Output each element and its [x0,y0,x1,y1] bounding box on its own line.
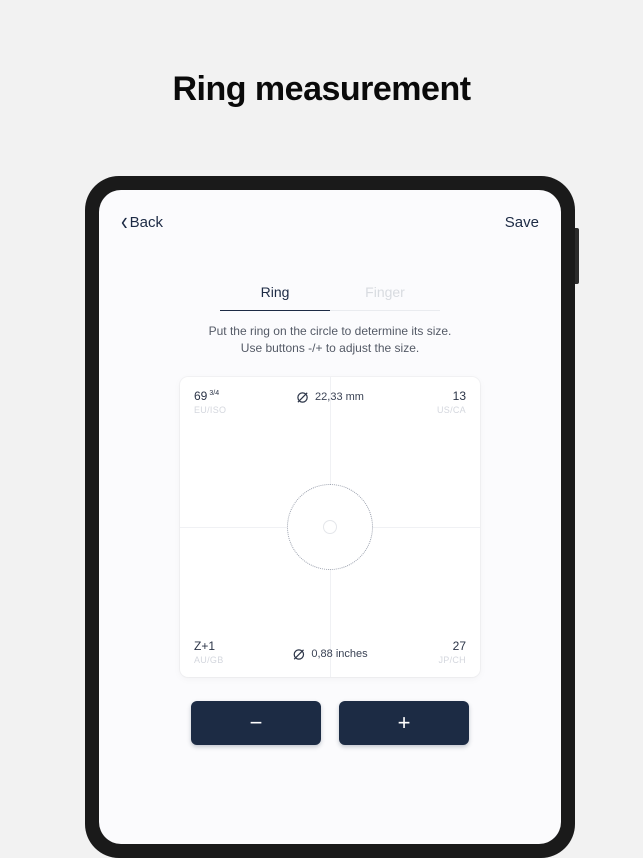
us-ca-value: 13 [376,389,466,403]
us-ca-label: US/CA [376,405,466,415]
eu-iso-value: 69 [194,389,207,403]
ring-center-icon [323,520,337,534]
size-jp-ch: 27 JP/CH [376,639,466,665]
tablet-frame: ‹ Back Save Ring Finger Put the ring on … [85,176,575,858]
chevron-left-icon: ‹ [121,209,128,235]
au-gb-label: AU/GB [194,655,284,665]
size-au-gb: Z+1 AU/GB [194,639,284,665]
tab-ring[interactable]: Ring [220,284,330,311]
diameter-in-value: 0,88 inches [311,648,367,660]
diameter-icon [292,648,305,661]
instruction-line-1: Put the ring on the circle to determine … [121,323,539,340]
eu-iso-label: EU/ISO [194,405,284,415]
diameter-mm: 22,33 mm [296,391,364,404]
diameter-mm-value: 22,33 mm [315,391,364,403]
plus-icon: + [398,712,411,734]
diameter-icon [296,391,309,404]
ring-outline[interactable] [287,484,373,570]
eu-iso-fraction: 3/4 [209,390,219,397]
size-us-ca: 13 US/CA [376,389,466,415]
size-controls: − + [121,701,539,745]
diameter-inches: 0,88 inches [292,648,367,661]
instruction-line-2: Use buttons -/+ to adjust the size. [121,340,539,357]
jp-ch-value: 27 [376,639,466,653]
page-title: Ring measurement [0,70,643,109]
decrease-button[interactable]: − [191,701,321,745]
save-button[interactable]: Save [505,214,539,231]
measurement-card: 693/4 EU/ISO 13 US/CA Z+1 AU/GB 27 JP/CH… [180,377,480,677]
size-eu-iso: 693/4 EU/ISO [194,389,284,415]
back-button[interactable]: ‹ Back [121,212,163,232]
increase-button[interactable]: + [339,701,469,745]
app-screen: ‹ Back Save Ring Finger Put the ring on … [99,190,561,844]
instructions: Put the ring on the circle to determine … [121,323,539,357]
jp-ch-label: JP/CH [376,655,466,665]
back-label: Back [130,214,163,231]
navbar: ‹ Back Save [121,208,539,236]
tabs: Ring Finger [121,284,539,311]
minus-icon: − [250,712,263,734]
au-gb-value: Z+1 [194,639,284,653]
tab-finger[interactable]: Finger [330,284,440,311]
tablet-side-button [575,228,579,284]
